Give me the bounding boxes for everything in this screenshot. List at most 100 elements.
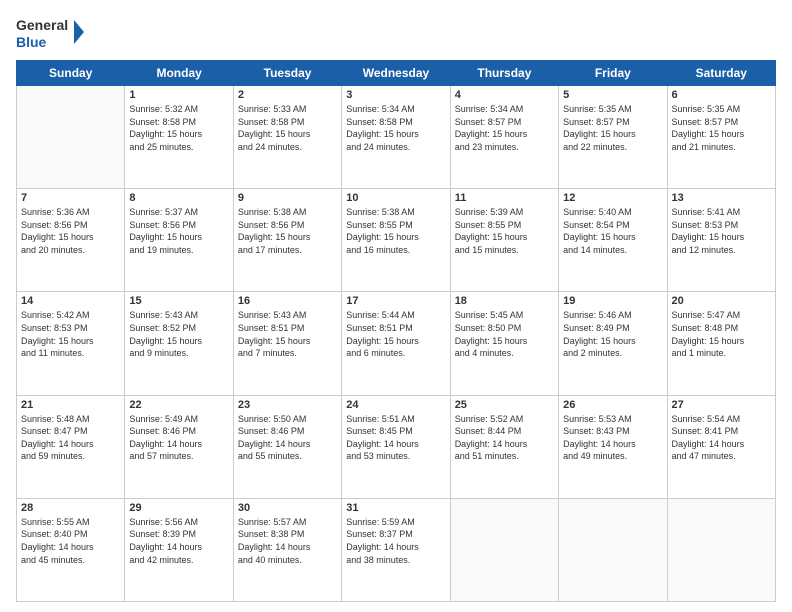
day-number: 24: [346, 399, 445, 411]
day-number: 28: [21, 502, 120, 514]
calendar: SundayMondayTuesdayWednesdayThursdayFrid…: [16, 60, 776, 602]
day-number: 9: [238, 192, 337, 204]
calendar-cell: 6 Sunrise: 5:35 AM Sunset: 8:57 PM Daylig…: [667, 86, 775, 189]
day-info: Sunrise: 5:35 AM Sunset: 8:57 PM Dayligh…: [672, 103, 771, 153]
day-info: Sunrise: 5:59 AM Sunset: 8:37 PM Dayligh…: [346, 516, 445, 566]
day-info: Sunrise: 5:32 AM Sunset: 8:58 PM Dayligh…: [129, 103, 228, 153]
calendar-cell: 9 Sunrise: 5:38 AM Sunset: 8:56 PM Daylig…: [233, 189, 341, 292]
day-info: Sunrise: 5:38 AM Sunset: 8:56 PM Dayligh…: [238, 206, 337, 256]
day-info: Sunrise: 5:57 AM Sunset: 8:38 PM Dayligh…: [238, 516, 337, 566]
day-number: 13: [672, 192, 771, 204]
calendar-cell: 8 Sunrise: 5:37 AM Sunset: 8:56 PM Daylig…: [125, 189, 233, 292]
week-row-3: 14Sunrise: 5:42 AM Sunset: 8:53 PM Dayli…: [17, 292, 776, 395]
day-info: Sunrise: 5:40 AM Sunset: 8:54 PM Dayligh…: [563, 206, 662, 256]
calendar-cell: 20 Sunrise: 5:47 AM Sunset: 8:48 PM Dayli…: [667, 292, 775, 395]
calendar-cell: 30 Sunrise: 5:57 AM Sunset: 8:38 PM Dayli…: [233, 498, 341, 601]
day-info: Sunrise: 5:33 AM Sunset: 8:58 PM Dayligh…: [238, 103, 337, 153]
calendar-cell: 26Sunrise: 5:53 AM Sunset: 8:43 PM Dayli…: [559, 395, 667, 498]
calendar-cell: [667, 498, 775, 601]
svg-text:Blue: Blue: [16, 34, 47, 50]
weekday-header-row: SundayMondayTuesdayWednesdayThursdayFrid…: [17, 61, 776, 86]
day-info: Sunrise: 5:44 AM Sunset: 8:51 PM Dayligh…: [346, 309, 445, 359]
calendar-cell: 18 Sunrise: 5:45 AM Sunset: 8:50 PM Dayli…: [450, 292, 558, 395]
calendar-cell: 25Sunrise: 5:52 AM Sunset: 8:44 PM Dayli…: [450, 395, 558, 498]
page: GeneralBlue SundayMondayTuesdayWednesday…: [0, 0, 792, 612]
calendar-cell: 24Sunrise: 5:51 AM Sunset: 8:45 PM Dayli…: [342, 395, 450, 498]
day-number: 6: [672, 89, 771, 101]
calendar-cell: 16Sunrise: 5:43 AM Sunset: 8:51 PM Dayli…: [233, 292, 341, 395]
calendar-cell: 7Sunrise: 5:36 AM Sunset: 8:56 PM Daylig…: [17, 189, 125, 292]
day-number: 8: [129, 192, 228, 204]
header: GeneralBlue: [16, 12, 776, 54]
calendar-cell: 19Sunrise: 5:46 AM Sunset: 8:49 PM Dayli…: [559, 292, 667, 395]
calendar-cell: 31 Sunrise: 5:59 AM Sunset: 8:37 PM Dayli…: [342, 498, 450, 601]
calendar-cell: 21 Sunrise: 5:48 AM Sunset: 8:47 PM Dayli…: [17, 395, 125, 498]
day-number: 18: [455, 295, 554, 307]
day-number: 22: [129, 399, 228, 411]
day-number: 3: [346, 89, 445, 101]
svg-text:General: General: [16, 17, 68, 33]
calendar-cell: 14Sunrise: 5:42 AM Sunset: 8:53 PM Dayli…: [17, 292, 125, 395]
day-info: Sunrise: 5:43 AM Sunset: 8:51 PM Dayligh…: [238, 309, 337, 359]
weekday-header-monday: Monday: [125, 61, 233, 86]
week-row-2: 7Sunrise: 5:36 AM Sunset: 8:56 PM Daylig…: [17, 189, 776, 292]
day-info: Sunrise: 5:50 AM Sunset: 8:46 PM Dayligh…: [238, 413, 337, 463]
weekday-header-thursday: Thursday: [450, 61, 558, 86]
calendar-cell: 1 Sunrise: 5:32 AM Sunset: 8:58 PM Daylig…: [125, 86, 233, 189]
weekday-header-friday: Friday: [559, 61, 667, 86]
day-info: Sunrise: 5:46 AM Sunset: 8:49 PM Dayligh…: [563, 309, 662, 359]
calendar-cell: 13 Sunrise: 5:41 AM Sunset: 8:53 PM Dayli…: [667, 189, 775, 292]
day-number: 14: [21, 295, 120, 307]
day-number: 20: [672, 295, 771, 307]
calendar-cell: 11Sunrise: 5:39 AM Sunset: 8:55 PM Dayli…: [450, 189, 558, 292]
calendar-cell: 28 Sunrise: 5:55 AM Sunset: 8:40 PM Dayli…: [17, 498, 125, 601]
day-number: 23: [238, 399, 337, 411]
calendar-cell: 12 Sunrise: 5:40 AM Sunset: 8:54 PM Dayli…: [559, 189, 667, 292]
day-info: Sunrise: 5:37 AM Sunset: 8:56 PM Dayligh…: [129, 206, 228, 256]
day-number: 30: [238, 502, 337, 514]
day-number: 7: [21, 192, 120, 204]
day-info: Sunrise: 5:34 AM Sunset: 8:57 PM Dayligh…: [455, 103, 554, 153]
calendar-cell: 2 Sunrise: 5:33 AM Sunset: 8:58 PM Daylig…: [233, 86, 341, 189]
calendar-cell: [559, 498, 667, 601]
day-info: Sunrise: 5:41 AM Sunset: 8:53 PM Dayligh…: [672, 206, 771, 256]
logo-svg: GeneralBlue: [16, 12, 88, 54]
day-info: Sunrise: 5:48 AM Sunset: 8:47 PM Dayligh…: [21, 413, 120, 463]
calendar-cell: 4 Sunrise: 5:34 AM Sunset: 8:57 PM Daylig…: [450, 86, 558, 189]
day-number: 25: [455, 399, 554, 411]
calendar-cell: [17, 86, 125, 189]
day-number: 15: [129, 295, 228, 307]
calendar-cell: [450, 498, 558, 601]
day-number: 12: [563, 192, 662, 204]
weekday-header-tuesday: Tuesday: [233, 61, 341, 86]
calendar-cell: 15 Sunrise: 5:43 AM Sunset: 8:52 PM Dayli…: [125, 292, 233, 395]
day-number: 17: [346, 295, 445, 307]
weekday-header-sunday: Sunday: [17, 61, 125, 86]
day-info: Sunrise: 5:47 AM Sunset: 8:48 PM Dayligh…: [672, 309, 771, 359]
day-info: Sunrise: 5:39 AM Sunset: 8:55 PM Dayligh…: [455, 206, 554, 256]
day-number: 5: [563, 89, 662, 101]
day-info: Sunrise: 5:49 AM Sunset: 8:46 PM Dayligh…: [129, 413, 228, 463]
day-info: Sunrise: 5:43 AM Sunset: 8:52 PM Dayligh…: [129, 309, 228, 359]
day-info: Sunrise: 5:56 AM Sunset: 8:39 PM Dayligh…: [129, 516, 228, 566]
weekday-header-saturday: Saturday: [667, 61, 775, 86]
day-info: Sunrise: 5:53 AM Sunset: 8:43 PM Dayligh…: [563, 413, 662, 463]
day-info: Sunrise: 5:55 AM Sunset: 8:40 PM Dayligh…: [21, 516, 120, 566]
day-number: 21: [21, 399, 120, 411]
day-info: Sunrise: 5:34 AM Sunset: 8:58 PM Dayligh…: [346, 103, 445, 153]
week-row-4: 21 Sunrise: 5:48 AM Sunset: 8:47 PM Dayli…: [17, 395, 776, 498]
day-number: 2: [238, 89, 337, 101]
calendar-cell: 17 Sunrise: 5:44 AM Sunset: 8:51 PM Dayli…: [342, 292, 450, 395]
day-number: 31: [346, 502, 445, 514]
calendar-cell: 27Sunrise: 5:54 AM Sunset: 8:41 PM Dayli…: [667, 395, 775, 498]
day-number: 10: [346, 192, 445, 204]
day-info: Sunrise: 5:45 AM Sunset: 8:50 PM Dayligh…: [455, 309, 554, 359]
calendar-cell: 3 Sunrise: 5:34 AM Sunset: 8:58 PM Daylig…: [342, 86, 450, 189]
week-row-1: 1 Sunrise: 5:32 AM Sunset: 8:58 PM Daylig…: [17, 86, 776, 189]
day-number: 4: [455, 89, 554, 101]
day-number: 29: [129, 502, 228, 514]
day-info: Sunrise: 5:54 AM Sunset: 8:41 PM Dayligh…: [672, 413, 771, 463]
day-info: Sunrise: 5:35 AM Sunset: 8:57 PM Dayligh…: [563, 103, 662, 153]
day-number: 1: [129, 89, 228, 101]
calendar-cell: 10Sunrise: 5:38 AM Sunset: 8:55 PM Dayli…: [342, 189, 450, 292]
